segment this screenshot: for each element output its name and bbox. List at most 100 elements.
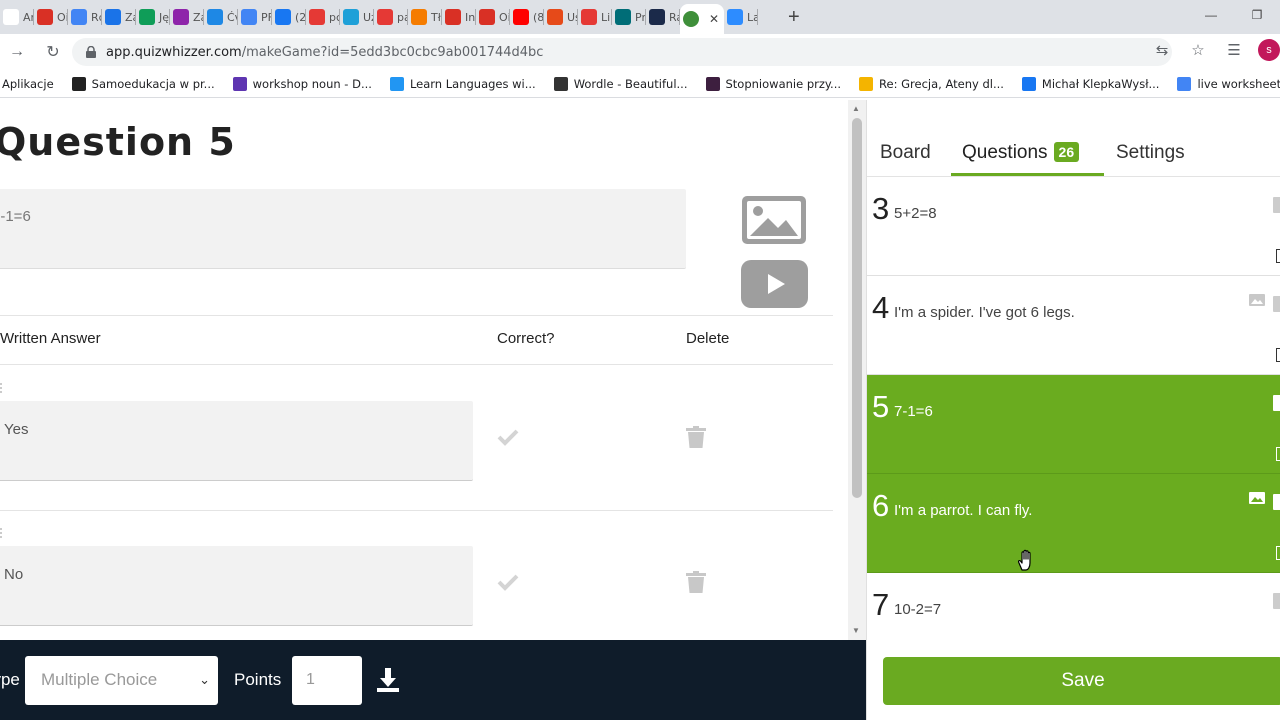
browser-tab[interactable]: PF — [238, 0, 272, 34]
question-list-item[interactable]: 6 I'm a parrot. I can fly. — [867, 474, 1280, 573]
bookmark-label: Samoedukacja w pr... — [91, 76, 215, 91]
trash-icon[interactable] — [1273, 197, 1280, 213]
trash-icon[interactable] — [686, 426, 706, 448]
save-button[interactable]: Save — [883, 657, 1280, 705]
browser-tab[interactable]: (8 — [510, 0, 544, 34]
browser-tab-label: Ra — [669, 10, 680, 24]
browser-tab[interactable]: Za — [170, 0, 204, 34]
image-icon — [1249, 294, 1265, 306]
bookmark-item[interactable]: Samoedukacja w pr... — [71, 76, 215, 91]
tab-questions[interactable]: Questions 26 — [962, 142, 1080, 164]
add-video-icon[interactable] — [741, 260, 808, 308]
checkmark-icon[interactable] — [497, 428, 519, 446]
browser-tab-label: Oi — [499, 10, 510, 24]
profile-avatar[interactable]: s — [1258, 39, 1280, 61]
new-tab-icon[interactable]: + — [788, 6, 800, 29]
question-text-input[interactable]: 7-1=6 — [0, 189, 686, 269]
browser-tab[interactable]: Pr — [612, 0, 646, 34]
star-icon[interactable]: ☆ — [1186, 38, 1210, 62]
minimize-icon[interactable]: — — [1188, 0, 1234, 30]
address-bar[interactable]: app.quizwhizzer.com/makeGame?id=5edd3bc0… — [72, 38, 1172, 66]
duplicate-icon[interactable] — [1276, 249, 1280, 263]
bookmark-item[interactable]: Aplikacje — [2, 77, 54, 91]
editor-scrollbar[interactable]: ▲ ▼ — [848, 100, 866, 640]
browser-tab[interactable]: pa — [374, 0, 408, 34]
browser-tab-label: In — [465, 10, 476, 24]
question-list-item[interactable]: 5 7-1=6 — [867, 375, 1280, 474]
browser-tab[interactable]: In — [442, 0, 476, 34]
url-host: app.quizwhizzer.com — [106, 44, 242, 60]
trash-icon[interactable] — [1273, 296, 1280, 312]
user-icon — [173, 9, 189, 25]
close-tab-icon[interactable]: ✕ — [709, 12, 719, 26]
checkmark-icon[interactable] — [497, 573, 519, 591]
browser-tab-strip: Ar Oi Rc Za Ję Za Ćv PF (2 pc Uż pa Tł In Oi (8 Us Li Pr Ra… — [0, 0, 1280, 34]
browser-tab[interactable]: Ćv — [204, 0, 238, 34]
duplicate-icon[interactable] — [1276, 348, 1280, 362]
answer-input[interactable]: Yes — [0, 401, 473, 481]
docs-icon — [71, 9, 87, 25]
browser-tab[interactable]: pc — [306, 0, 340, 34]
tab-settings[interactable]: Settings — [1116, 142, 1185, 164]
browser-tab[interactable]: La — [724, 0, 758, 34]
scroll-down-icon[interactable]: ▼ — [852, 626, 860, 635]
scrollbar-thumb[interactable] — [852, 118, 862, 498]
answer-input[interactable]: No — [0, 546, 473, 626]
question-preview-text: 5+2=8 — [894, 205, 937, 222]
browser-tab-label: Pr — [635, 10, 646, 24]
scroll-up-icon[interactable]: ▲ — [852, 104, 860, 113]
browser-tab[interactable]: ✕ — [680, 4, 724, 34]
globe-icon — [207, 9, 223, 25]
download-icon[interactable] — [377, 668, 399, 692]
browser-tab[interactable]: Ar — [0, 0, 34, 34]
bookmark-item[interactable]: Re: Grecja, Ateny dl... — [859, 76, 1004, 91]
browser-tab[interactable]: Tł — [408, 0, 442, 34]
bookmark-item[interactable]: workshop noun - D... — [232, 76, 372, 91]
page-title: Question 5 — [0, 120, 236, 164]
question-number: 3 — [872, 191, 890, 226]
bookmark-item[interactable]: Learn Languages wi... — [389, 76, 536, 91]
browser-tab[interactable]: Uż — [340, 0, 374, 34]
questions-sidebar: Board Questions 26 Settings 3 5+2=8 4 I'm a … — [866, 100, 1280, 720]
duplicate-icon[interactable] — [1276, 546, 1280, 560]
drag-handle-icon[interactable] — [0, 381, 4, 395]
question-preview-text: I'm a parrot. I can fly. — [894, 502, 1033, 519]
browser-tab[interactable]: Ję — [136, 0, 170, 34]
trash-icon[interactable] — [1273, 593, 1280, 609]
browser-tab-label: Li — [601, 10, 611, 24]
tab-settings-label: Settings — [1116, 142, 1185, 163]
browser-tab[interactable]: Li — [578, 0, 612, 34]
trash-icon[interactable] — [1273, 395, 1280, 411]
trash-icon[interactable] — [686, 571, 706, 593]
bookmark-item[interactable]: Wordle - Beautiful... — [553, 76, 688, 91]
question-list: 3 5+2=8 4 I'm a spider. I've got 6 legs. 5 7-… — [867, 177, 1280, 620]
points-input[interactable]: 1 — [292, 656, 362, 705]
browser-tab[interactable]: Ra — [646, 0, 680, 34]
tab-board[interactable]: Board — [880, 142, 931, 164]
browser-tab[interactable]: Us — [544, 0, 578, 34]
reload-icon[interactable]: ↻ — [40, 39, 66, 65]
gmail-icon — [445, 9, 461, 25]
forward-icon[interactable]: → — [4, 39, 30, 65]
browser-tab[interactable]: Oi — [34, 0, 68, 34]
trash-icon[interactable] — [1273, 494, 1280, 510]
question-list-item[interactable]: 4 I'm a spider. I've got 6 legs. — [867, 276, 1280, 375]
question-list-item[interactable]: 7 10-2=7 — [867, 573, 1280, 620]
duplicate-icon[interactable] — [1276, 447, 1280, 461]
drag-handle-icon[interactable] — [0, 526, 4, 540]
browser-tab[interactable]: Rc — [68, 0, 102, 34]
bookmark-item[interactable]: Stopniowanie przy... — [705, 76, 841, 91]
question-editor: Question 5 7-1=6 Written Answer Correct?… — [0, 100, 848, 640]
browser-tab[interactable]: Za — [102, 0, 136, 34]
browser-tab-label: PF — [261, 10, 272, 24]
browser-tab[interactable]: Oi — [476, 0, 510, 34]
question-type-select[interactable]: Multiple Choice ⌄ — [25, 656, 218, 705]
translate-icon[interactable]: ⇆ — [1150, 38, 1174, 62]
restore-icon[interactable]: ❐ — [1234, 0, 1280, 30]
browser-tab[interactable]: (2 — [272, 0, 306, 34]
add-image-icon[interactable] — [742, 196, 806, 244]
bookmark-item[interactable]: Michał KlepkaWysł... — [1021, 76, 1159, 91]
bookmark-item[interactable]: live worksheets - Sz... — [1177, 76, 1280, 91]
reading-list-icon[interactable]: ☰ — [1222, 38, 1246, 62]
question-list-item[interactable]: 3 5+2=8 — [867, 177, 1280, 276]
